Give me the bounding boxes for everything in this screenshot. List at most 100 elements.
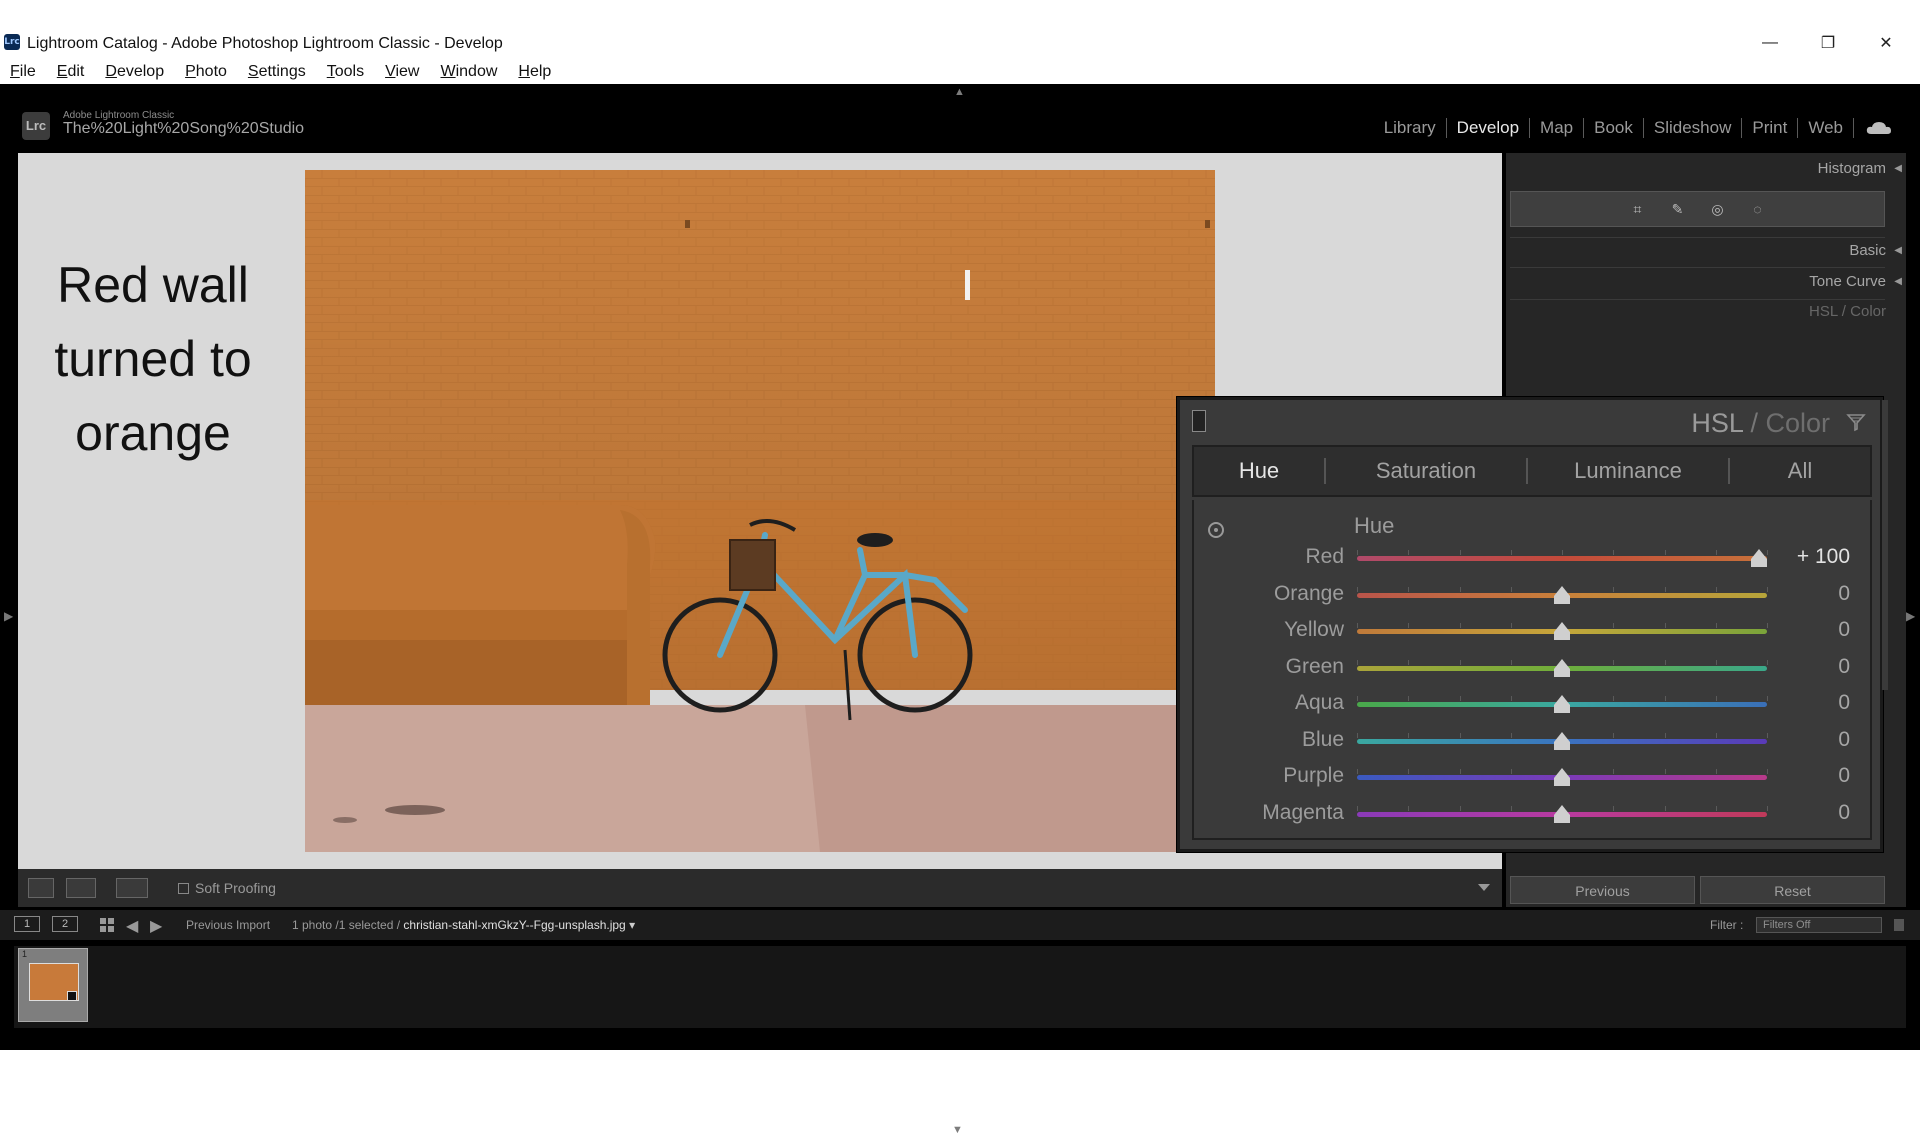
close-button[interactable]: ✕ bbox=[1866, 30, 1906, 56]
tone-curve-header[interactable]: Tone Curve bbox=[1809, 273, 1886, 290]
tab-hue[interactable]: Hue bbox=[1194, 458, 1324, 484]
photo-preview[interactable] bbox=[305, 170, 1215, 852]
secondary-window-button[interactable]: 2 bbox=[52, 916, 78, 932]
primary-window-button[interactable]: 1 bbox=[14, 916, 40, 932]
menu-settings[interactable]: Settings bbox=[248, 63, 306, 81]
collapse-filmstrip-icon[interactable]: ▼ bbox=[952, 1124, 963, 1136]
module-picker: Library Develop Map Book Slideshow Print… bbox=[1374, 118, 1892, 138]
red-eye-icon[interactable]: ◎ bbox=[1709, 200, 1727, 218]
basic-header[interactable]: Basic bbox=[1849, 242, 1886, 259]
filename-dropdown-icon[interactable]: ▾ bbox=[629, 918, 635, 932]
tab-luminance[interactable]: Luminance bbox=[1528, 458, 1728, 484]
current-filename[interactable]: christian-stahl-xmGkzY--Fgg-unsplash.jpg bbox=[403, 918, 625, 932]
slider-value[interactable]: 0 bbox=[1838, 764, 1850, 788]
forward-arrow-icon[interactable]: ▶ bbox=[150, 916, 162, 936]
soft-proofing-toggle[interactable]: Soft Proofing bbox=[178, 880, 276, 896]
tab-all[interactable]: All bbox=[1730, 458, 1870, 484]
loupe-view-button[interactable] bbox=[28, 878, 54, 898]
module-print[interactable]: Print bbox=[1742, 118, 1799, 138]
hsl-tab-bar: Hue Saturation Luminance All bbox=[1192, 445, 1872, 497]
slider-row-purple: Purple 0 bbox=[1194, 761, 1874, 797]
slider-value[interactable]: 0 bbox=[1838, 728, 1850, 752]
slider-value[interactable]: 0 bbox=[1838, 801, 1850, 825]
before-after-button[interactable] bbox=[66, 878, 96, 898]
slider-row-red: Red + 100 bbox=[1194, 542, 1874, 578]
menu-help[interactable]: Help bbox=[518, 63, 551, 81]
filter-select[interactable]: Filters Off bbox=[1756, 917, 1882, 933]
module-book[interactable]: Book bbox=[1584, 118, 1644, 138]
soft-proofing-checkbox[interactable] bbox=[178, 882, 189, 894]
tone-curve-collapse-icon[interactable]: ◀ bbox=[1894, 276, 1902, 287]
slider-row-orange: Orange 0 bbox=[1194, 579, 1874, 615]
menu-window[interactable]: Window bbox=[440, 63, 497, 81]
filmstrip-track: 1 bbox=[14, 946, 1906, 1028]
minimize-button[interactable]: — bbox=[1750, 30, 1790, 56]
right-panel-toggle-icon[interactable]: ▶ bbox=[1906, 609, 1915, 623]
toolbar-dropdown-icon[interactable] bbox=[1478, 884, 1490, 891]
cloud-sync-icon[interactable] bbox=[1866, 121, 1892, 135]
menu-develop[interactable]: Develop bbox=[105, 63, 164, 81]
identity-plate: ▲ Lrc Adobe Lightroom Classic The%20Ligh… bbox=[0, 84, 1920, 150]
module-library[interactable]: Library bbox=[1374, 118, 1447, 138]
selection-count: 1 photo /1 selected / christian-stahl-xm… bbox=[292, 918, 636, 932]
basic-collapse-icon[interactable]: ◀ bbox=[1894, 245, 1902, 256]
slider-row-aqua: Aqua 0 bbox=[1194, 688, 1874, 724]
left-panel-toggle-icon[interactable]: ▶ bbox=[4, 609, 13, 623]
app-icon: Lrc bbox=[4, 34, 20, 50]
right-panel-scrollbar[interactable] bbox=[1882, 400, 1888, 690]
edited-badge-icon bbox=[67, 991, 77, 1001]
slider-track[interactable] bbox=[1357, 556, 1767, 561]
slider-label: Green bbox=[1285, 654, 1344, 678]
panel-switch-icon[interactable] bbox=[1192, 410, 1206, 432]
slider-value[interactable]: + 100 bbox=[1797, 545, 1850, 569]
module-web[interactable]: Web bbox=[1798, 118, 1854, 138]
targeted-adjustment-icon[interactable] bbox=[1208, 522, 1224, 538]
masking-icon[interactable]: ◌ bbox=[1749, 200, 1767, 218]
menu-photo[interactable]: Photo bbox=[185, 63, 227, 81]
panel-divider bbox=[1510, 237, 1885, 238]
crop-icon[interactable]: ⌗ bbox=[1629, 200, 1647, 218]
module-slideshow[interactable]: Slideshow bbox=[1644, 118, 1743, 138]
back-arrow-icon[interactable]: ◀ bbox=[126, 916, 138, 936]
slider-value[interactable]: 0 bbox=[1838, 691, 1850, 715]
filmstrip: 1 bbox=[0, 940, 1920, 1050]
menu-edit[interactable]: Edit bbox=[57, 63, 85, 81]
before-after-yy-button[interactable] bbox=[116, 878, 148, 898]
menu-view[interactable]: View bbox=[385, 63, 419, 81]
filter-lock-icon[interactable] bbox=[1894, 919, 1904, 931]
slider-label: Magenta bbox=[1262, 800, 1344, 824]
menu-bar: File Edit Develop Photo Settings Tools V… bbox=[0, 60, 1920, 84]
restore-button[interactable]: ❐ bbox=[1808, 30, 1848, 56]
develop-toolbar: Soft Proofing bbox=[18, 869, 1502, 907]
slider-row-yellow: Yellow 0 bbox=[1194, 615, 1874, 651]
hsl-header-small[interactable]: HSL / Color bbox=[1809, 303, 1886, 320]
grid-view-icon[interactable] bbox=[100, 918, 114, 932]
lightroom-app: ▲ Lrc Adobe Lightroom Classic The%20Ligh… bbox=[0, 84, 1920, 1136]
histogram-header[interactable]: Histogram bbox=[1818, 160, 1886, 177]
annotation-line-2: turned to bbox=[54, 331, 252, 387]
histogram-collapse-icon[interactable]: ◀ bbox=[1894, 163, 1902, 174]
menu-tools[interactable]: Tools bbox=[327, 63, 364, 81]
window-title: Lightroom Catalog - Adobe Photoshop Ligh… bbox=[27, 35, 503, 52]
filmstrip-header: 1 2 ◀ ▶ Previous Import 1 photo /1 selec… bbox=[0, 910, 1920, 940]
slider-value[interactable]: 0 bbox=[1838, 655, 1850, 679]
panel-menu-icon[interactable] bbox=[1846, 412, 1866, 432]
slider-row-green: Green 0 bbox=[1194, 652, 1874, 688]
window-title-bar: Lrc Lightroom Catalog - Adobe Photoshop … bbox=[0, 0, 1920, 60]
healing-icon[interactable]: ✎ bbox=[1669, 200, 1687, 218]
hsl-color-panel: HSL / Color Hue Saturation Luminance All… bbox=[1177, 397, 1883, 852]
slider-label: Yellow bbox=[1284, 618, 1344, 641]
filmstrip-thumbnail[interactable]: 1 bbox=[18, 948, 88, 1022]
menu-file[interactable]: File bbox=[10, 63, 36, 81]
source-label[interactable]: Previous Import bbox=[186, 918, 270, 932]
slider-label: Red bbox=[1305, 545, 1344, 568]
slider-value[interactable]: 0 bbox=[1838, 618, 1850, 642]
slider-value[interactable]: 0 bbox=[1838, 582, 1850, 606]
tab-saturation[interactable]: Saturation bbox=[1326, 458, 1526, 484]
reset-button[interactable]: Reset bbox=[1700, 876, 1885, 904]
module-map[interactable]: Map bbox=[1530, 118, 1585, 138]
collapse-top-panel-icon[interactable]: ▲ bbox=[954, 86, 965, 98]
previous-button[interactable]: Previous bbox=[1510, 876, 1695, 904]
panel-divider bbox=[1510, 299, 1885, 300]
module-develop[interactable]: Develop bbox=[1447, 118, 1531, 138]
